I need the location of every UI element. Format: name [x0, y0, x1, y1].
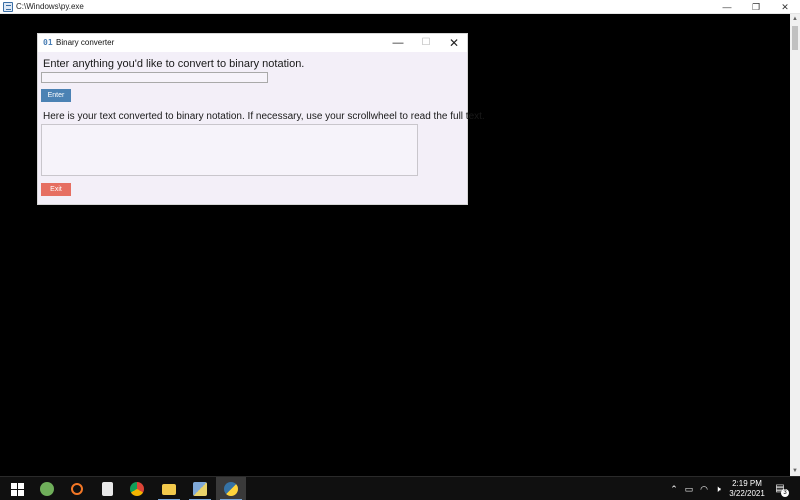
file-explorer-icon [162, 483, 176, 495]
scroll-down-arrow-icon[interactable]: ▼ [790, 466, 800, 476]
start-button[interactable] [2, 477, 32, 500]
taskbar-app-recycle[interactable] [32, 477, 62, 500]
scroll-up-arrow-icon[interactable]: ▲ [790, 14, 800, 24]
app-maximize-button[interactable]: ☐ [412, 34, 440, 52]
python-icon [224, 482, 238, 496]
taskbar: ⌃ ▭ ◠ 🕨 2:19 PM 3/22/2021 ▤ 3 [0, 476, 800, 500]
enter-button[interactable]: Enter [41, 89, 71, 102]
input-prompt-label: Enter anything you'd like to convert to … [43, 58, 305, 70]
tray-overflow-chevron-icon[interactable]: ⌃ [668, 477, 680, 500]
network-tray-icon[interactable]: ▭ [683, 477, 695, 500]
app-close-button[interactable]: ✕ [440, 34, 468, 52]
exit-button[interactable]: Exit [41, 183, 71, 196]
document-app-icon [101, 482, 113, 496]
console-scrollbar[interactable]: ▲ ▼ [790, 14, 800, 476]
clock-time: 2:19 PM [732, 479, 762, 488]
volume-icon[interactable]: 🕨 [712, 477, 724, 500]
binary-app-icon: 01 [43, 38, 53, 47]
console-close-button[interactable]: ✕ [770, 0, 800, 14]
windows-logo-icon [10, 482, 24, 496]
console-titlebar: C:\Windows\py.exe — ❐ ✕ [0, 0, 800, 14]
jupyter-icon [71, 483, 83, 495]
output-label: Here is your text converted to binary no… [43, 111, 485, 122]
text-input-field[interactable] [41, 72, 268, 83]
notification-center-icon[interactable]: ▤ 3 [772, 481, 789, 497]
console-minimize-button[interactable]: — [712, 0, 742, 14]
python-idle-icon [193, 482, 207, 496]
taskbar-app-python-idle[interactable] [185, 477, 215, 500]
scrollbar-thumb[interactable] [792, 26, 798, 50]
recycle-app-icon [40, 482, 54, 496]
taskbar-app-python[interactable] [216, 477, 246, 500]
app-titlebar[interactable]: 01 Binary converter — ☐ ✕ [38, 34, 467, 52]
taskbar-app-document[interactable] [92, 477, 122, 500]
clock-date: 3/22/2021 [729, 489, 765, 498]
app-minimize-button[interactable]: — [384, 34, 412, 52]
console-restore-button[interactable]: ❐ [741, 0, 771, 14]
taskbar-clock[interactable]: 2:19 PM 3/22/2021 [724, 479, 770, 499]
app-window-title: Binary converter [56, 38, 115, 47]
taskbar-app-file-explorer[interactable] [154, 477, 184, 500]
notification-count-badge: 3 [781, 489, 789, 497]
console-window-icon [3, 2, 13, 12]
console-window-title: C:\Windows\py.exe [16, 2, 84, 11]
taskbar-app-chrome[interactable] [122, 477, 152, 500]
binary-output-textbox[interactable] [41, 124, 418, 176]
binary-converter-window: 01 Binary converter — ☐ ✕ Enter anything… [37, 33, 485, 205]
wifi-icon[interactable]: ◠ [698, 477, 710, 500]
chrome-icon [130, 482, 144, 496]
taskbar-app-jupyter[interactable] [62, 477, 92, 500]
